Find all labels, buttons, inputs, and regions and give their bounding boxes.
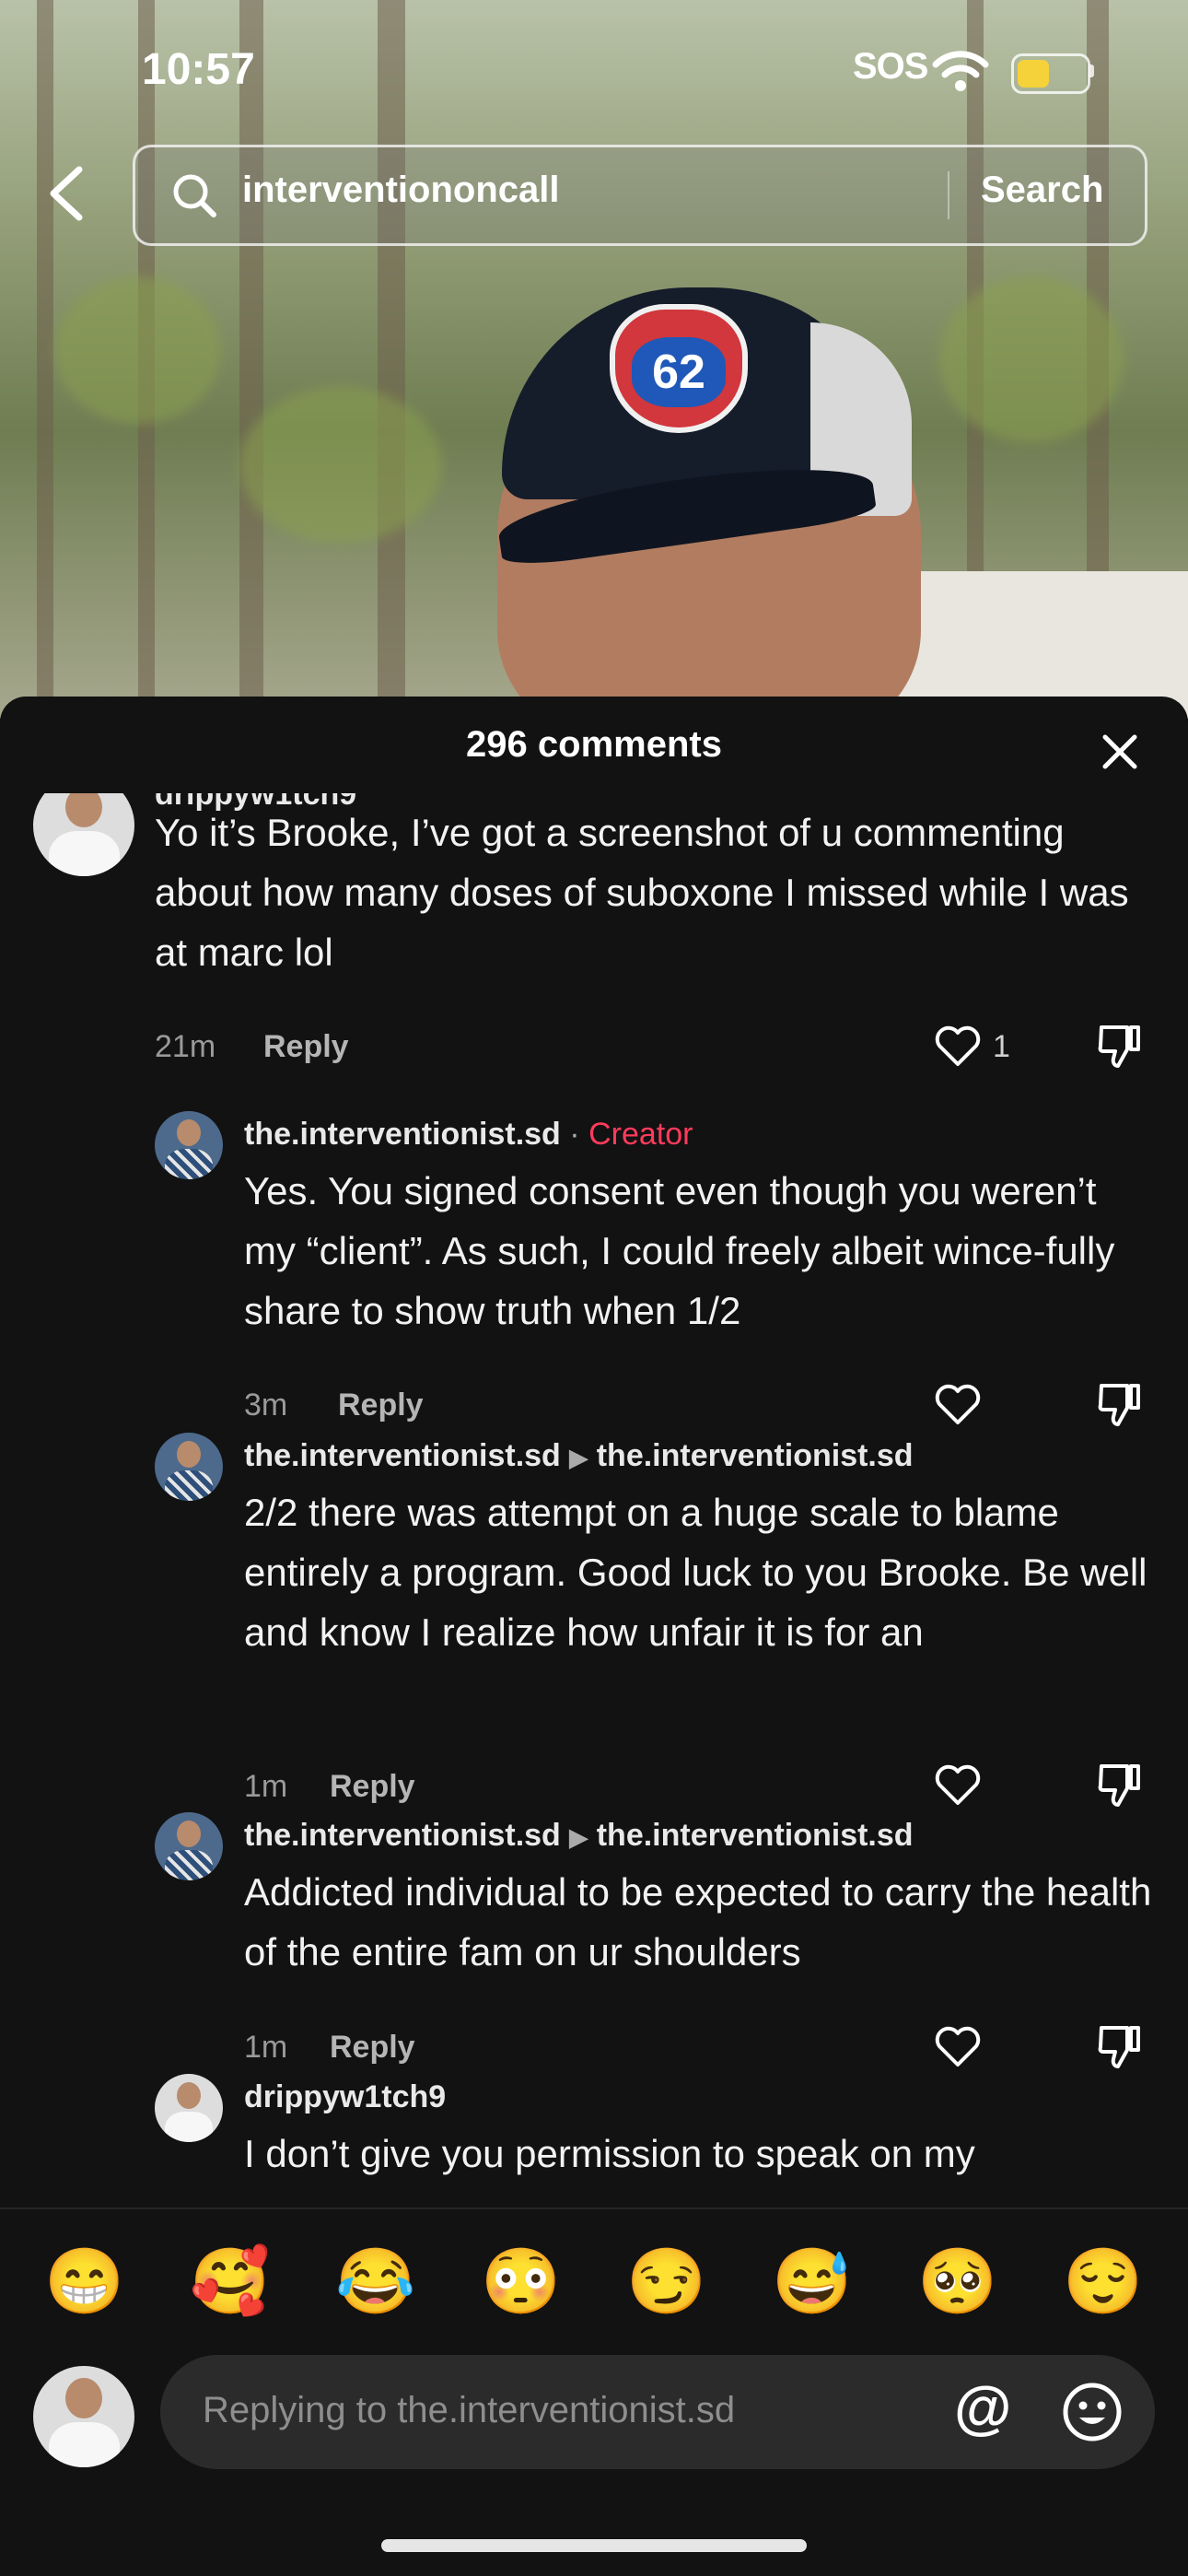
tree-trunk (378, 0, 405, 719)
comment-time: 1m (244, 1769, 288, 1804)
comments-count-title: 296 comments (466, 724, 722, 765)
reply-to-username[interactable]: the.interventionist.sd (597, 1438, 914, 1473)
comment-username[interactable]: drippyw1tch9 (244, 2079, 446, 2115)
comment-time: 21m (155, 1029, 216, 1064)
heart-icon[interactable] (934, 2024, 982, 2068)
reply-arrow-icon: ▶ (569, 1444, 588, 1471)
reply-button[interactable]: Reply (263, 1029, 349, 1065)
avatar[interactable] (155, 1433, 223, 1501)
comment-text: Addicted individual to be expected to ca… (244, 1870, 1152, 1973)
foliage (939, 276, 1124, 442)
comments-list[interactable]: drippyw1tch9 Yo it’s Brooke, I’ve got a … (0, 793, 1188, 2207)
emoji-relieved[interactable]: 😌 (1063, 2244, 1143, 2318)
tree-trunk (239, 0, 263, 719)
comment-input[interactable]: Replying to the.interventionist.sd @ (160, 2355, 1155, 2469)
comment-input-placeholder: Replying to the.interventionist.sd (203, 2390, 736, 2430)
username-text[interactable]: the.interventionist.sd (244, 1438, 561, 1473)
emoji-pleading[interactable]: 🥺 (917, 2244, 997, 2318)
emoji-flushed[interactable]: 😳 (481, 2244, 561, 2318)
battery-icon (1011, 53, 1090, 94)
reply-to-username[interactable]: the.interventionist.sd (597, 1818, 914, 1853)
tree-trunk (37, 0, 53, 719)
reply-arrow-icon: ▶ (569, 1823, 588, 1851)
avatar[interactable] (33, 793, 134, 876)
heart-icon[interactable] (934, 1762, 982, 1807)
dislike-icon[interactable] (1096, 1761, 1144, 1810)
foliage (239, 387, 442, 544)
comment-text: I don’t give you permission to speak on … (244, 2132, 975, 2175)
dislike-icon[interactable] (1096, 1022, 1144, 1071)
video-background[interactable]: 62 (0, 0, 1188, 719)
username-text[interactable]: the.interventionist.sd (244, 1117, 561, 1152)
separator-dot: · (569, 1117, 580, 1152)
like-count: 1 (993, 1029, 1010, 1064)
heart-icon[interactable] (934, 1024, 982, 1068)
reply-button[interactable]: Reply (330, 1769, 415, 1805)
comment-time: 3m (244, 1388, 288, 1423)
comment-text: Yes. You signed consent even though you … (244, 1169, 1115, 1332)
reply-button[interactable]: Reply (338, 1388, 424, 1423)
back-arrow-icon[interactable] (41, 164, 96, 223)
avatar[interactable] (155, 2074, 223, 2142)
emoji-picker-icon[interactable] (1061, 2381, 1124, 2443)
heart-icon[interactable] (934, 1382, 982, 1426)
comment-username[interactable]: the.interventionist.sd · Creator (244, 1117, 693, 1153)
comment-text: Yo it’s Brooke, I’ve got a screenshot of… (155, 811, 1129, 974)
status-time: 10:57 (142, 45, 255, 94)
comment-time: 1m (244, 2030, 288, 2065)
home-indicator[interactable] (381, 2539, 807, 2552)
comment-username[interactable]: the.interventionist.sd ▶ the.interventio… (244, 1438, 914, 1474)
cap-logo-badge: 62 (610, 304, 748, 433)
search-divider (948, 171, 949, 219)
comment-username[interactable]: the.interventionist.sd ▶ the.interventio… (244, 1818, 914, 1854)
emoji-quick-bar: 😁 🥰 😂 😳 😏 😅 🥺 😌 (0, 2207, 1188, 2357)
emoji-sweat-smile[interactable]: 😅 (772, 2244, 852, 2318)
creator-badge: Creator (588, 1117, 693, 1152)
comment-text: 2/2 there was attempt on a huge scale to… (244, 1491, 1147, 1654)
close-icon[interactable] (1098, 730, 1142, 774)
username-text[interactable]: the.interventionist.sd (244, 1818, 561, 1853)
avatar[interactable] (155, 1111, 223, 1179)
reply-button[interactable]: Reply (330, 2030, 415, 2066)
emoji-grin[interactable]: 😁 (44, 2244, 124, 2318)
avatar[interactable] (155, 1812, 223, 1880)
search-bar[interactable]: interventiononcall Search (133, 145, 1147, 246)
foliage (55, 276, 221, 424)
search-button[interactable]: Search (981, 170, 1103, 211)
dislike-icon[interactable] (1096, 2022, 1144, 2072)
dislike-icon[interactable] (1096, 1380, 1144, 1430)
wifi-icon (932, 51, 989, 91)
emoji-smirk[interactable]: 😏 (626, 2244, 706, 2318)
battery-nub (1089, 64, 1094, 77)
emoji-hearts[interactable]: 🥰 (190, 2244, 270, 2318)
sos-indicator: SOS (853, 46, 928, 87)
my-avatar (33, 2366, 134, 2467)
search-icon (173, 174, 216, 217)
search-input[interactable]: interventiononcall (242, 170, 560, 211)
emoji-joy[interactable]: 😂 (335, 2244, 415, 2318)
mention-at-icon[interactable]: @ (954, 2373, 1011, 2441)
